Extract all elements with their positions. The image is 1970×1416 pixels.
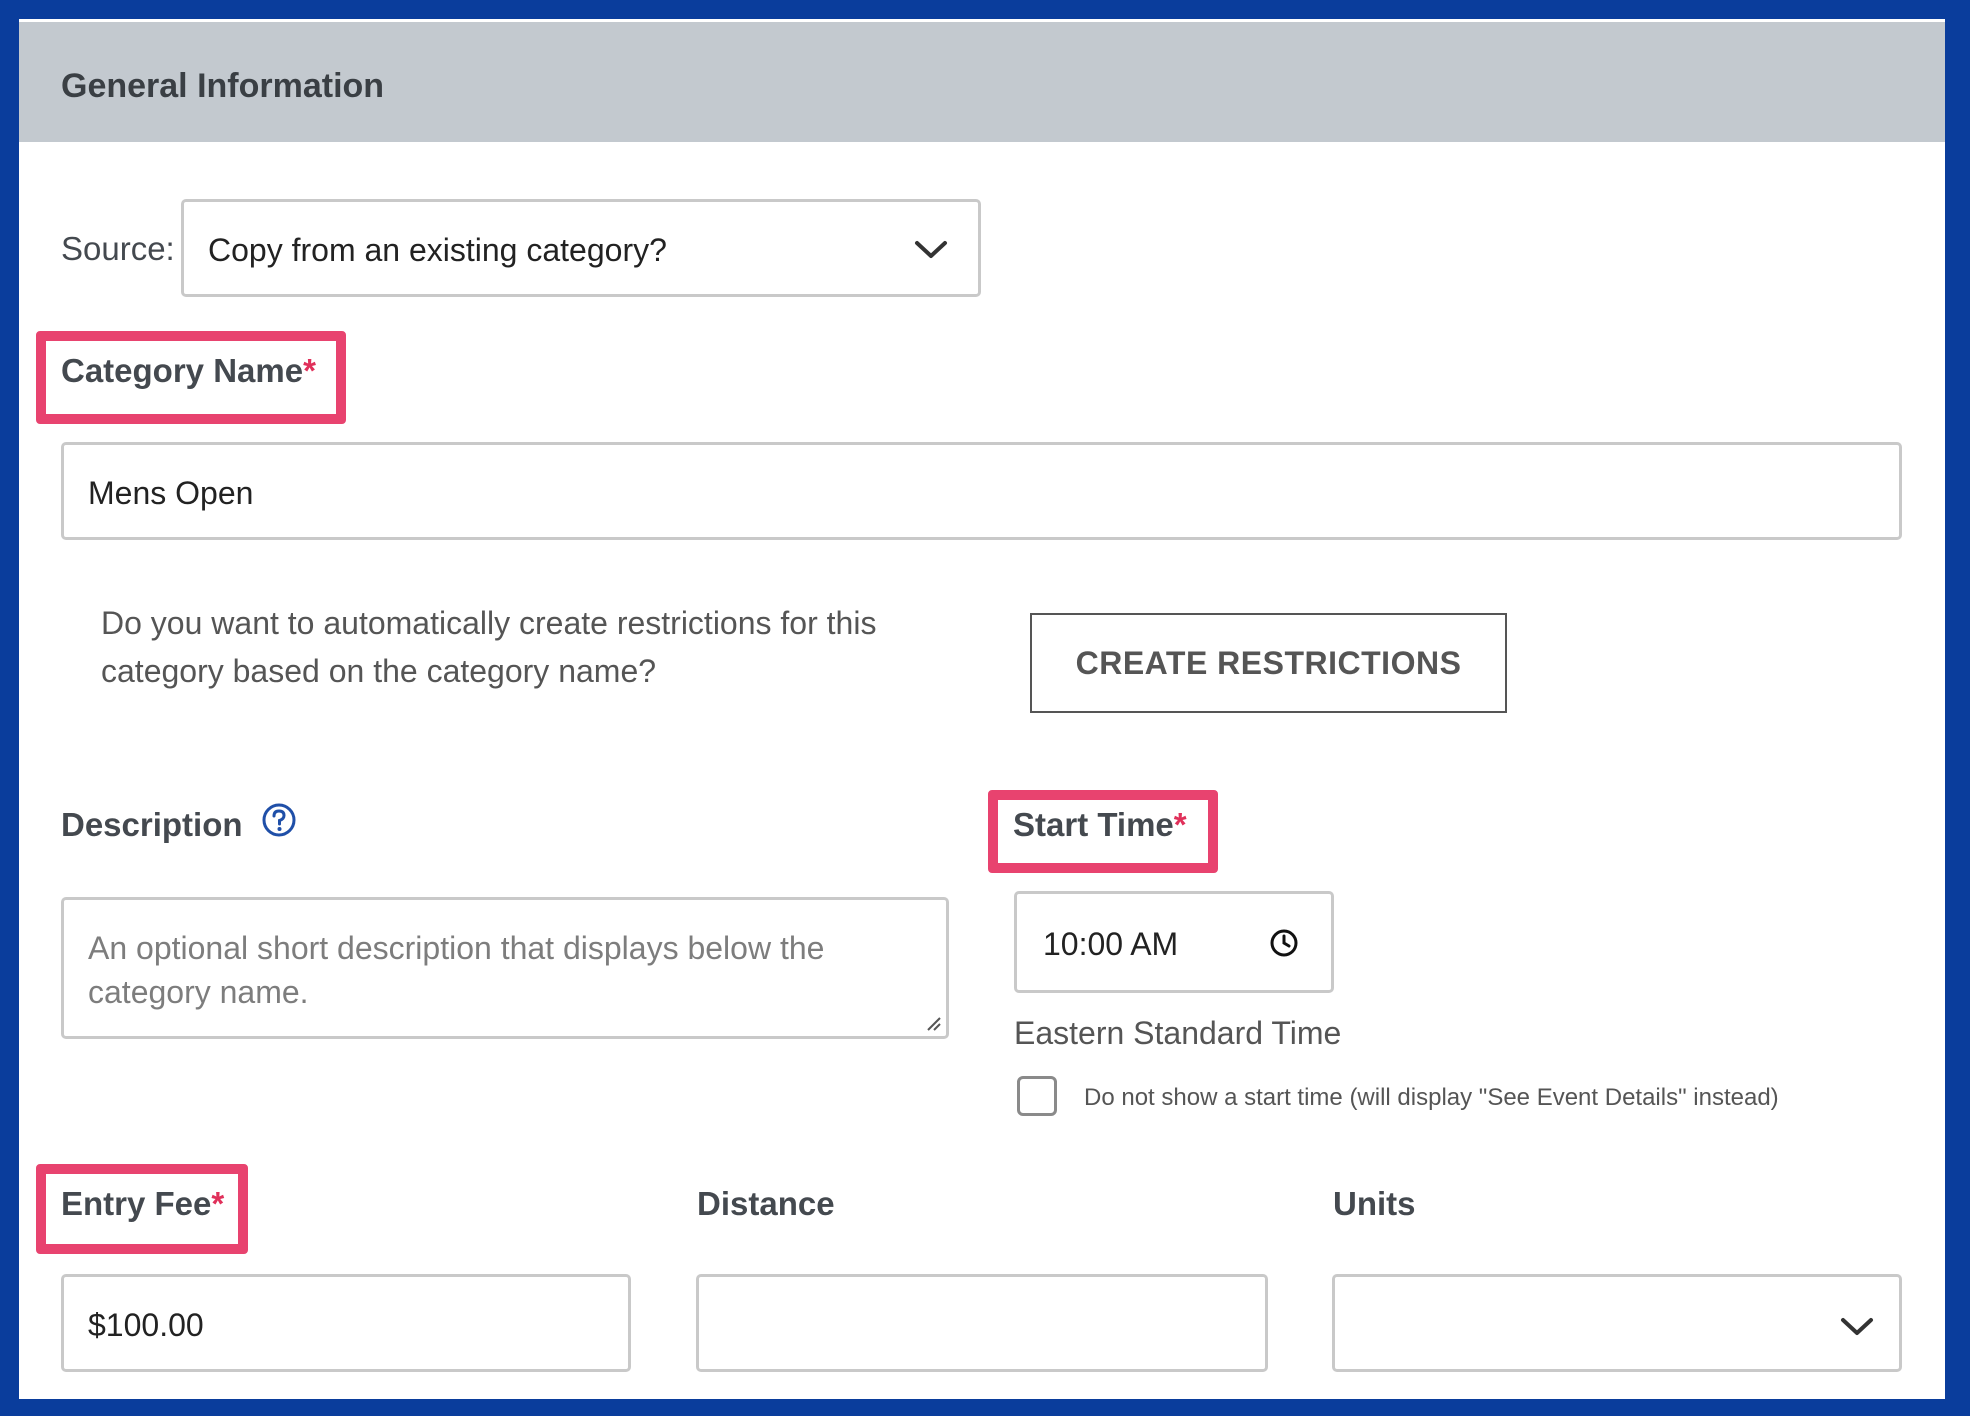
description-placeholder-line1: An optional short description that displ…: [88, 930, 825, 966]
clock-icon[interactable]: [1269, 928, 1299, 958]
units-select[interactable]: [1332, 1274, 1902, 1372]
hide-start-time-checkbox[interactable]: [1017, 1076, 1057, 1116]
start-time-label: Start Time*: [1013, 806, 1187, 844]
category-name-input[interactable]: Mens Open: [61, 442, 1902, 540]
description-placeholder: An optional short description that displ…: [88, 926, 824, 1014]
description-placeholder-line2: category name.: [88, 974, 309, 1010]
chevron-down-icon: [1841, 1318, 1873, 1335]
restrictions-question-line1: Do you want to automatically create rest…: [101, 605, 877, 641]
units-label: Units: [1333, 1185, 1416, 1222]
general-information-panel: General Information Source: Copy from an…: [19, 19, 1945, 1399]
category-name-value: Mens Open: [88, 475, 254, 511]
source-select[interactable]: Copy from an existing category?: [181, 199, 981, 297]
start-time-label-text: Start Time: [1013, 806, 1174, 843]
category-name-label: Category Name*: [61, 352, 316, 390]
start-time-input[interactable]: 10:00 AM: [1014, 891, 1334, 993]
category-name-label-text: Category Name: [61, 352, 304, 389]
panel-title: General Information: [61, 67, 385, 105]
entry-fee-value: $100.00: [88, 1307, 204, 1343]
entry-fee-label: Entry Fee*: [61, 1185, 224, 1223]
create-restrictions-button[interactable]: CREATE RESTRICTIONS: [1030, 613, 1507, 713]
description-label: Description: [61, 806, 243, 843]
start-time-value: 10:00 AM: [1043, 926, 1179, 962]
entry-fee-label-text: Entry Fee: [61, 1185, 212, 1222]
restrictions-question-line2: category based on the category name?: [101, 653, 657, 689]
distance-label: Distance: [697, 1185, 835, 1222]
required-asterisk: *: [1173, 806, 1187, 843]
hide-start-time-label: Do not show a start time (will display "…: [1084, 1084, 1779, 1111]
distance-input[interactable]: [696, 1274, 1268, 1372]
entry-fee-input[interactable]: $100.00: [61, 1274, 631, 1372]
required-asterisk: *: [303, 352, 316, 389]
resize-handle-icon[interactable]: [926, 1016, 942, 1032]
question-circle-icon[interactable]: [261, 802, 297, 838]
restrictions-question: Do you want to automatically create rest…: [101, 599, 876, 695]
source-select-value: Copy from an existing category?: [208, 232, 667, 268]
timezone-text: Eastern Standard Time: [1014, 1015, 1342, 1051]
description-textarea[interactable]: An optional short description that displ…: [61, 897, 949, 1039]
chevron-down-icon: [915, 241, 947, 258]
required-asterisk: *: [211, 1185, 225, 1222]
panel-header: General Information: [19, 22, 1945, 142]
source-label: Source:: [61, 230, 175, 267]
